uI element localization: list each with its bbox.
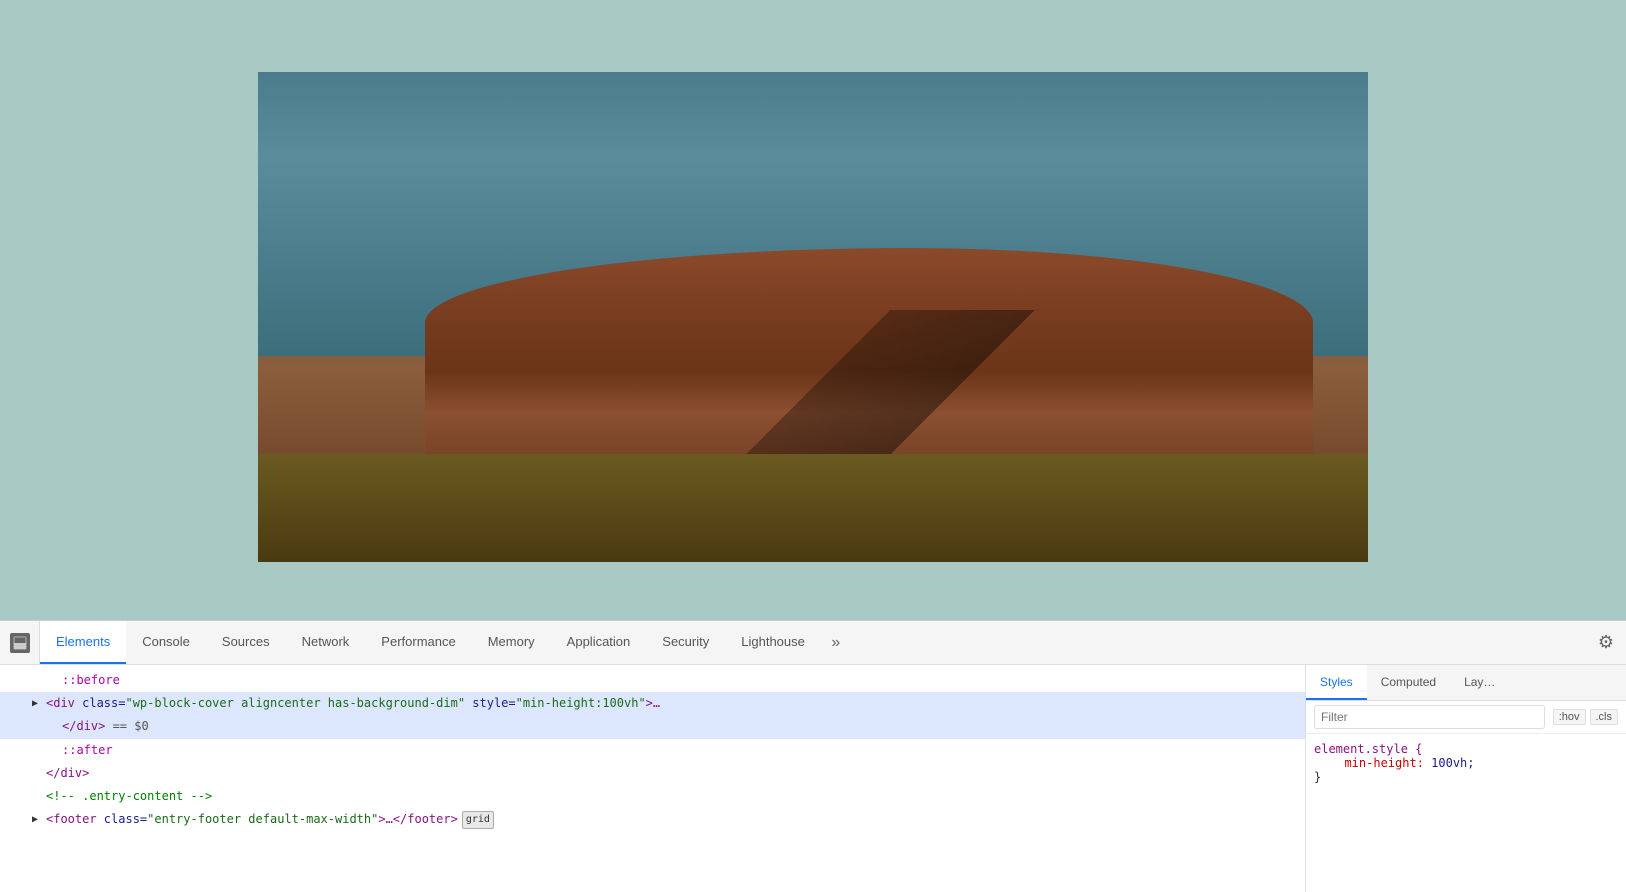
dom-panel: ::before ▶ <div class="wp-block-cover al… bbox=[0, 665, 1306, 892]
styles-filter-input[interactable] bbox=[1314, 705, 1545, 729]
settings-area: ⚙ bbox=[1586, 632, 1626, 653]
devtools-icon bbox=[10, 633, 30, 653]
dom-line-before[interactable]: ::before bbox=[0, 669, 1305, 692]
devtools-panel: Elements Console Sources Network Perform… bbox=[0, 620, 1626, 892]
tab-network[interactable]: Network bbox=[286, 621, 366, 664]
devtools-tabs: Elements Console Sources Network Perform… bbox=[40, 621, 1586, 664]
grid-badge: grid bbox=[462, 811, 494, 829]
tab-memory[interactable]: Memory bbox=[472, 621, 551, 664]
dom-line-comment[interactable]: <!-- .entry-content --> bbox=[0, 785, 1305, 808]
tab-lighthouse[interactable]: Lighthouse bbox=[725, 621, 821, 664]
devtools-main-panels: ::before ▶ <div class="wp-block-cover al… bbox=[0, 665, 1626, 892]
styles-panel: Styles Computed Lay… :hov .cls bbox=[1306, 665, 1626, 892]
tab-elements[interactable]: Elements bbox=[40, 621, 126, 664]
styles-filter-row: :hov .cls bbox=[1306, 701, 1626, 734]
tab-performance[interactable]: Performance bbox=[365, 621, 471, 664]
element-style-rule: element.style { min-height: 100vh; } bbox=[1314, 742, 1618, 784]
browser-viewport bbox=[0, 0, 1626, 620]
styles-sub-tab-styles[interactable]: Styles bbox=[1306, 665, 1367, 700]
devtools-tab-bar: Elements Console Sources Network Perform… bbox=[0, 621, 1626, 665]
tab-sources[interactable]: Sources bbox=[206, 621, 286, 664]
dom-line-div-cover[interactable]: ▶ <div class="wp-block-cover aligncenter… bbox=[0, 692, 1305, 715]
styles-sub-tabs: Styles Computed Lay… bbox=[1306, 665, 1626, 701]
tab-security[interactable]: Security bbox=[646, 621, 725, 664]
settings-icon[interactable]: ⚙ bbox=[1598, 632, 1614, 653]
styles-sub-tab-layout[interactable]: Lay… bbox=[1450, 665, 1509, 700]
cls-filter-button[interactable]: .cls bbox=[1590, 709, 1619, 725]
hov-filter-button[interactable]: :hov bbox=[1553, 709, 1586, 725]
tab-console[interactable]: Console bbox=[126, 621, 206, 664]
devtools-toggle-icon-area bbox=[0, 621, 40, 664]
styles-filter-buttons: :hov .cls bbox=[1553, 709, 1618, 725]
dom-line-footer[interactable]: ▶ <footer class="entry-footer default-ma… bbox=[0, 808, 1305, 831]
dom-line-closediv2[interactable]: </div> bbox=[0, 762, 1305, 785]
styles-content: element.style { min-height: 100vh; } bbox=[1306, 734, 1626, 892]
more-tabs-button[interactable]: » bbox=[821, 621, 851, 664]
dom-line-closing-div[interactable]: </div> == $0 bbox=[0, 715, 1305, 738]
dom-line-after[interactable]: ::after bbox=[0, 739, 1305, 762]
ground bbox=[258, 454, 1368, 562]
tab-application[interactable]: Application bbox=[551, 621, 647, 664]
uluru-rock bbox=[425, 248, 1313, 454]
webpage-screenshot bbox=[258, 72, 1368, 562]
styles-sub-tab-computed[interactable]: Computed bbox=[1367, 665, 1450, 700]
